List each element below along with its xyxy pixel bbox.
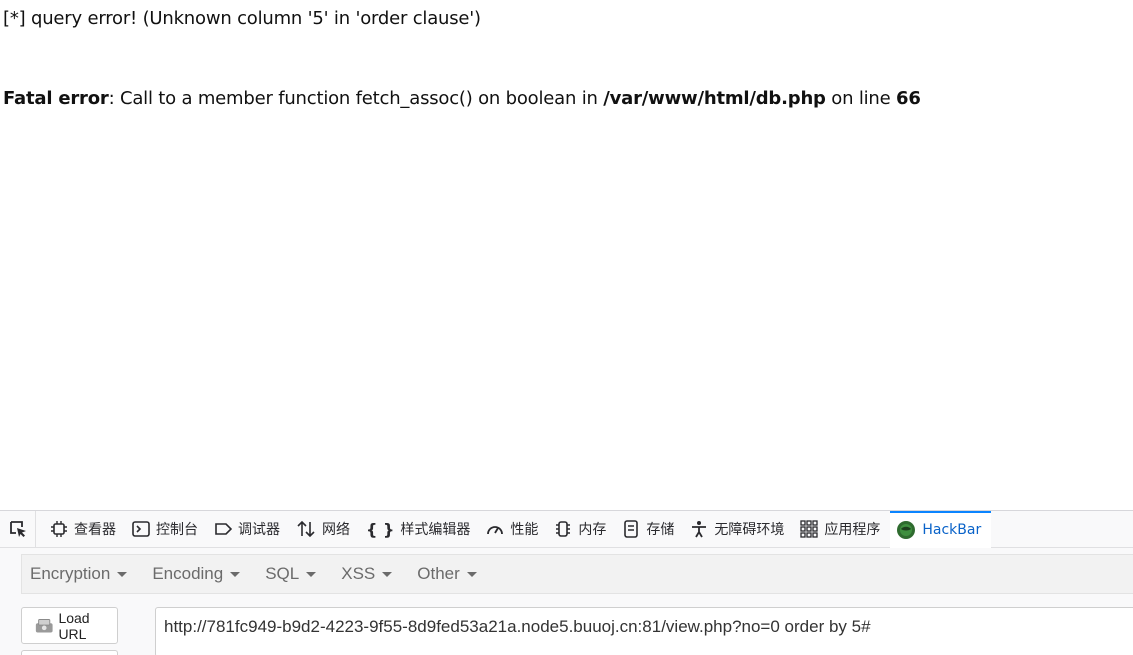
tab-debugger[interactable]: 调试器 (208, 511, 290, 548)
fatal-error-line: Fatal error: Call to a member function f… (3, 88, 921, 109)
tab-storage[interactable]: 存储 (616, 511, 684, 548)
element-picker-icon (9, 521, 26, 537)
tab-inspector[interactable]: 查看器 (44, 511, 126, 548)
memory-icon (556, 521, 571, 537)
tab-label: 查看器 (74, 522, 116, 538)
tab-accessibility[interactable]: 无障碍环境 (684, 511, 794, 548)
hackbar-icon (897, 521, 916, 539)
menu-label: XSS (341, 564, 376, 583)
menu-encoding[interactable]: Encoding (144, 564, 248, 584)
page-content: [*] query error! (Unknown column '5' in … (0, 0, 1133, 510)
menu-xss[interactable]: XSS (333, 564, 400, 584)
console-icon (132, 521, 150, 537)
menu-label: Encryption (30, 564, 111, 583)
menu-label: Encoding (152, 564, 224, 583)
fatal-error-message: : Call to a member function fetch_assoc(… (108, 88, 604, 109)
url-input[interactable]: http://781fc949-b9d2-4223-9f55-8d9fed53a… (155, 607, 1133, 655)
fatal-error-on-line: on line (825, 88, 897, 109)
tab-hackbar[interactable]: HackBar (890, 510, 992, 548)
caret-down-icon (466, 571, 477, 577)
query-error-text: [*] query error! (Unknown column '5' in … (3, 8, 481, 29)
accessibility-icon (692, 521, 707, 538)
style-editor-icon: { } (366, 519, 395, 539)
tab-performance[interactable]: 性能 (480, 511, 548, 548)
tab-label: 存储 (646, 522, 675, 538)
network-icon (297, 520, 315, 538)
tab-network[interactable]: 网络 (290, 511, 360, 548)
tab-style-editor[interactable]: { } 样式编辑器 (360, 511, 480, 548)
fatal-error-label: Fatal error (3, 88, 109, 109)
element-picker-button[interactable] (0, 510, 36, 548)
menu-label: Other (417, 564, 460, 583)
storage-icon (624, 520, 639, 538)
tab-memory[interactable]: 内存 (548, 511, 616, 548)
load-url-button[interactable]: Load URL (21, 607, 118, 644)
tab-label: 性能 (510, 522, 539, 538)
inspector-icon (51, 521, 67, 537)
load-url-icon (35, 618, 53, 633)
caret-down-icon (306, 571, 317, 577)
fatal-error-path: /var/www/html/db.php (603, 88, 826, 109)
tab-label: 无障碍环境 (714, 522, 785, 538)
tab-application[interactable]: 应用程序 (794, 511, 890, 548)
menu-sql[interactable]: SQL (257, 564, 324, 584)
tab-console[interactable]: 控制台 (126, 511, 208, 548)
tab-label: 网络 (322, 522, 350, 538)
caret-down-icon (117, 571, 128, 577)
tab-label: HackBar (922, 522, 982, 538)
application-icon (800, 520, 819, 538)
tab-label: 应用程序 (824, 522, 881, 538)
split-url-button[interactable] (21, 650, 118, 655)
menu-encryption[interactable]: Encryption (22, 564, 135, 584)
hackbar-menu: Encryption Encoding SQL XSS Other (21, 554, 1133, 594)
caret-down-icon (230, 571, 241, 577)
tab-label: 样式编辑器 (400, 522, 471, 538)
tab-label: 调试器 (238, 522, 280, 538)
devtools-panel: 查看器 控制台 调试器 网络 { } 样式编辑器 性能 内存 存储 无障碍环境 … (0, 510, 1133, 655)
caret-down-icon (382, 571, 393, 577)
debugger-icon (215, 523, 232, 535)
tab-label: 内存 (578, 522, 607, 538)
load-url-label: Load URL (58, 609, 90, 642)
tab-label: 控制台 (156, 522, 198, 538)
performance-icon (487, 526, 504, 535)
fatal-error-line-number: 66 (896, 88, 921, 109)
devtools-tabbar: 查看器 控制台 调试器 网络 { } 样式编辑器 性能 内存 存储 无障碍环境 … (0, 510, 1133, 548)
menu-other[interactable]: Other (409, 564, 485, 584)
menu-label: SQL (265, 564, 300, 583)
